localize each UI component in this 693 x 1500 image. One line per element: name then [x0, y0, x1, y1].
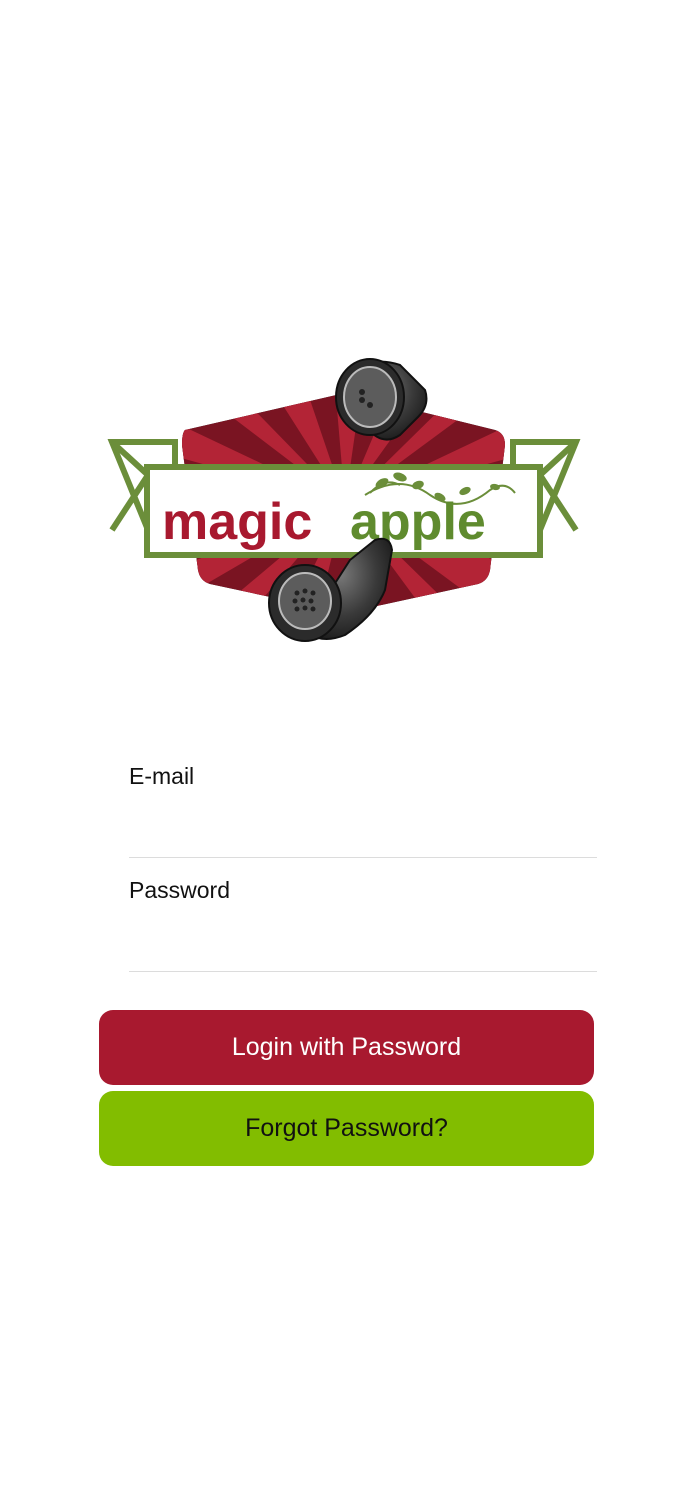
password-field[interactable]: Password: [129, 858, 597, 972]
email-input[interactable]: [129, 802, 597, 846]
password-input[interactable]: [129, 916, 597, 960]
logo-word-magic: magic: [162, 493, 312, 551]
login-with-password-button[interactable]: Login with Password: [99, 1010, 594, 1085]
forgot-password-button[interactable]: Forgot Password?: [99, 1091, 594, 1166]
email-field[interactable]: E-mail: [129, 744, 597, 858]
email-label: E-mail: [129, 763, 195, 789]
logo-word-apple: apple: [350, 493, 486, 551]
password-label: Password: [129, 877, 230, 903]
magic-apple-logo: magic apple: [100, 345, 590, 650]
